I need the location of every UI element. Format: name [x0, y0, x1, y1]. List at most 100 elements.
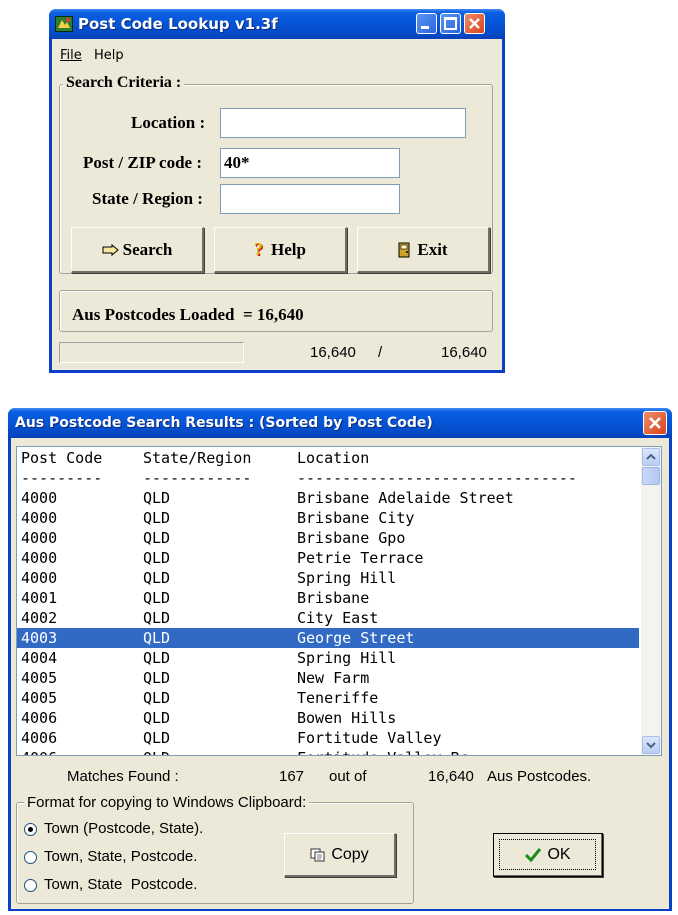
lookup-title: Post Code Lookup v1.3f — [78, 15, 278, 33]
cell-postcode: 4001 — [21, 589, 58, 607]
cell-location: Brisbane Gpo — [297, 529, 406, 547]
column-header-location: Location — [297, 449, 370, 467]
column-header-state: State/Region — [143, 449, 252, 467]
close-icon — [469, 18, 480, 29]
table-row[interactable]: 4000 QLD Spring Hill — [17, 568, 639, 588]
cell-location: Brisbane City — [297, 509, 415, 527]
cell-location: City East — [297, 609, 379, 627]
matches-out-of: out of — [329, 768, 367, 785]
table-row[interactable]: 4005 QLD Teneriffe — [17, 688, 639, 708]
question-icon: ? — [254, 239, 264, 259]
radio-button[interactable] — [24, 879, 37, 892]
cell-state: QLD — [143, 589, 171, 607]
table-row[interactable]: 4000 QLD Brisbane City — [17, 508, 639, 528]
app-icon — [55, 16, 73, 32]
radio-button[interactable] — [24, 823, 37, 836]
format-option-1[interactable]: Town, State, Postcode. — [24, 847, 244, 867]
cell-location: Teneriffe — [297, 689, 379, 707]
table-row[interactable]: 4003 QLD George Street — [17, 628, 639, 648]
cell-postcode: 4000 — [21, 549, 58, 567]
search-button-label: Search — [122, 239, 173, 259]
cell-postcode: 4000 — [21, 509, 58, 527]
exit-button[interactable]: Exit — [357, 227, 490, 273]
cell-postcode: 4000 — [21, 569, 58, 587]
minimize-icon — [421, 26, 429, 29]
cell-state: QLD — [143, 748, 170, 755]
cell-location: Fortitude Valley — [297, 729, 442, 747]
cell-location: Fortitude Valley Bc — [297, 748, 469, 755]
format-option-2[interactable]: Town, State Postcode. — [24, 875, 244, 895]
cell-state: QLD — [143, 689, 171, 707]
close-icon — [649, 417, 661, 429]
table-row[interactable]: 4001 QLD Brisbane — [17, 588, 639, 608]
cell-state: QLD — [143, 709, 171, 727]
cell-state: QLD — [143, 649, 171, 667]
results-titlebar[interactable]: Aus Postcode Search Results : (Sorted by… — [8, 408, 672, 438]
progress-bar — [59, 342, 244, 363]
search-hand-icon — [102, 243, 119, 256]
table-row[interactable]: 4004 QLD Spring Hill — [17, 648, 639, 668]
clipboard-format-legend: Format for copying to Windows Clipboard: — [24, 794, 310, 811]
maximize-icon — [444, 17, 457, 30]
scroll-thumb[interactable] — [642, 467, 660, 485]
lookup-client: File Help Search Criteria : Location : P… — [52, 39, 502, 370]
minimize-button[interactable] — [416, 13, 437, 34]
cell-state: QLD — [143, 629, 171, 647]
maximize-button[interactable] — [440, 13, 461, 34]
cell-postcode: 4006 — [21, 709, 58, 727]
separator-location: ------------------------------- — [297, 469, 577, 487]
table-row[interactable]: 4000 QLD Brisbane Gpo — [17, 528, 639, 548]
results-title: Aus Postcode Search Results : (Sorted by… — [15, 415, 433, 431]
location-input[interactable] — [220, 108, 466, 138]
menu-file[interactable]: File — [60, 48, 82, 63]
cell-location: Petrie Terrace — [297, 549, 424, 567]
vertical-scrollbar[interactable] — [641, 447, 661, 755]
clipboard-icon — [310, 848, 325, 861]
table-row[interactable]: 4006 QLD Fortitude Valley Bc — [17, 748, 639, 755]
results-listbox[interactable]: Post Code State/Region Location --------… — [16, 446, 662, 756]
copy-button-label: Copy — [331, 845, 369, 863]
results-rows: 4000 QLD Brisbane Adelaide Street 4000 QLD Br… — [17, 488, 641, 755]
postcode-label: Post / ZIP code : — [83, 153, 202, 172]
table-row[interactable]: 4000 QLD Brisbane Adelaide Street — [17, 488, 639, 508]
state-input[interactable] — [220, 184, 400, 214]
chevron-down-icon — [646, 742, 656, 749]
separator-postcode: --------- — [21, 469, 103, 487]
table-row[interactable]: 4002 QLD City East — [17, 608, 639, 628]
copy-button[interactable]: Copy — [284, 833, 396, 877]
close-button[interactable] — [464, 13, 485, 34]
column-header-postcode: Post Code — [21, 449, 103, 467]
results-close-button[interactable] — [643, 411, 667, 435]
chevron-up-icon — [646, 453, 656, 460]
cell-postcode: 4005 — [21, 669, 58, 687]
table-row[interactable]: 4000 QLD Petrie Terrace — [17, 548, 639, 568]
cell-location: Brisbane Adelaide Street — [297, 489, 514, 507]
help-button[interactable]: ? Help — [214, 227, 347, 273]
cell-state: QLD — [143, 729, 171, 747]
scroll-down-button[interactable] — [642, 736, 660, 754]
postcode-input[interactable] — [220, 148, 400, 178]
status-text: Aus Postcodes Loaded = 16,640 — [72, 305, 304, 324]
scroll-up-button[interactable] — [642, 448, 660, 466]
menu-help[interactable]: Help — [94, 48, 124, 63]
cell-postcode: 4000 — [21, 489, 58, 507]
format-option-label: Town, State Postcode. — [44, 876, 198, 893]
table-row[interactable]: 4006 QLD Fortitude Valley — [17, 728, 639, 748]
help-button-label: Help — [271, 239, 306, 259]
radio-button[interactable] — [24, 851, 37, 864]
search-button[interactable]: Search — [71, 227, 204, 273]
table-row[interactable]: 4006 QLD Bowen Hills — [17, 708, 639, 728]
cell-postcode: 4006 — [21, 748, 57, 755]
matches-suffix: Aus Postcodes. — [487, 768, 592, 785]
table-row[interactable]: 4005 QLD New Farm — [17, 668, 639, 688]
cell-location: George Street — [297, 629, 415, 647]
cell-state: QLD — [143, 529, 171, 547]
ok-button[interactable]: OK — [493, 833, 603, 877]
format-option-0[interactable]: Town (Postcode, State). — [24, 819, 244, 839]
count-total: 16,640 — [441, 344, 487, 361]
cell-location: Spring Hill — [297, 649, 397, 667]
lookup-window: Post Code Lookup v1.3f File Help Search … — [49, 9, 505, 373]
cell-location: Spring Hill — [297, 569, 397, 587]
matches-label: Matches Found : — [67, 768, 179, 785]
lookup-titlebar[interactable]: Post Code Lookup v1.3f — [49, 9, 505, 39]
